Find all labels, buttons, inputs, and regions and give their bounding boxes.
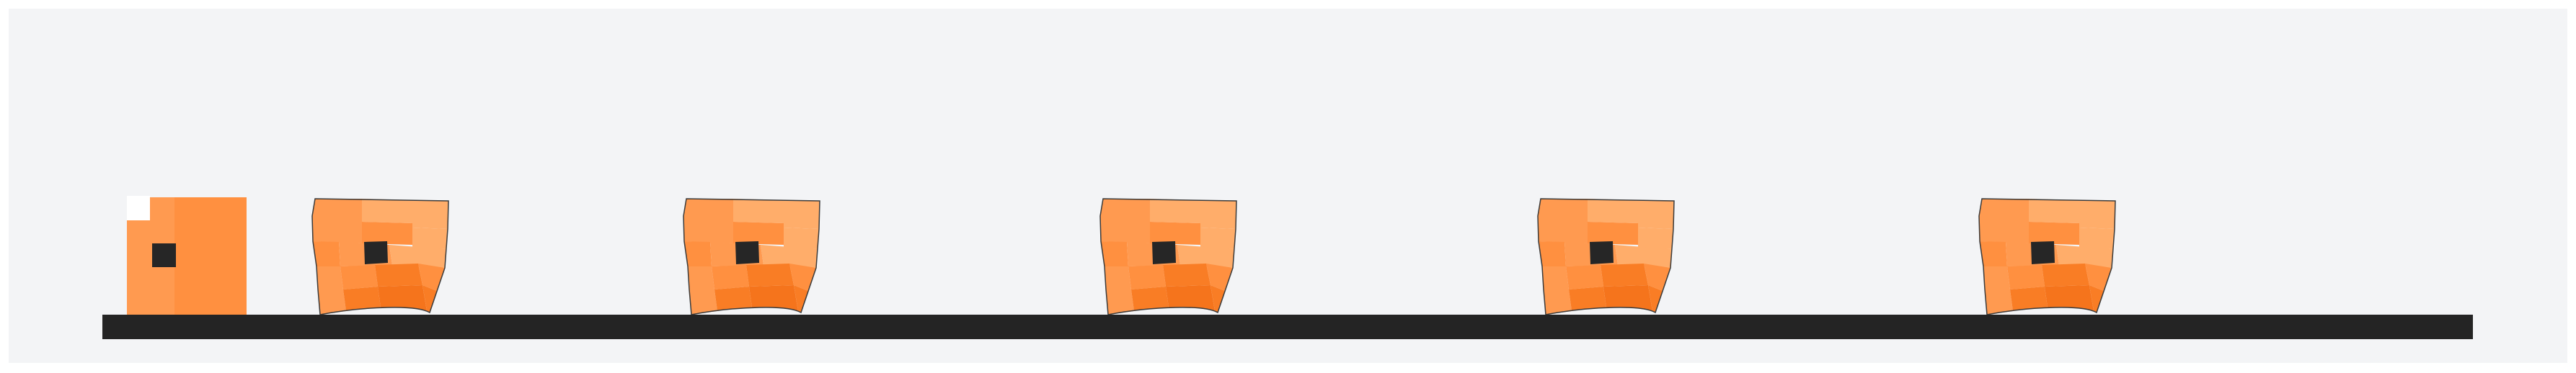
deformed-block-1-cell-6 xyxy=(412,228,448,249)
deformed-block-2-cell-2 xyxy=(733,199,784,223)
deformed-block-5-cell-7 xyxy=(1980,241,2007,266)
deformed-block-5-cell-10 xyxy=(1983,266,2010,289)
deformed-block-1-cell-3 xyxy=(412,200,448,229)
deformed-block-5-cell-3 xyxy=(2079,200,2115,229)
deformed-block-2-cell-1 xyxy=(683,199,733,222)
scene-background xyxy=(9,9,2567,363)
deformed-block-4-cell-11 xyxy=(1566,265,1603,289)
deformed-block-2-cell-11 xyxy=(712,265,749,289)
deformed-block-4-cell-3 xyxy=(1638,200,1674,229)
deformed-block-1-cell-12 xyxy=(375,264,422,287)
deformed-block-1-cell-4 xyxy=(312,222,362,243)
deformed-block-2 xyxy=(683,198,820,315)
deformed-block-5 xyxy=(1978,198,2116,315)
initial-block-notch xyxy=(127,196,150,220)
deformed-block-1-cell-2 xyxy=(362,199,412,223)
deformed-block-5-cell-11 xyxy=(2007,265,2045,289)
deformed-block-2-cell-3 xyxy=(784,200,820,229)
deformed-block-2-cell-12 xyxy=(746,264,794,287)
deformed-block-2-hole xyxy=(735,241,759,264)
deformed-block-3-cell-11 xyxy=(1128,265,1166,289)
deformed-block-4 xyxy=(1537,198,1675,315)
deformed-block-5-cell-12 xyxy=(2042,264,2089,287)
deformed-block-5-cell-4 xyxy=(1979,222,2029,243)
deformed-block-5-cell-1 xyxy=(1979,199,2029,222)
deformed-block-2-cell-6 xyxy=(784,228,819,249)
ground-platform xyxy=(102,315,2473,339)
deformed-block-3-cell-12 xyxy=(1163,264,1210,287)
deformed-block-1-cell-1 xyxy=(312,199,362,222)
deformed-block-4-cell-12 xyxy=(1601,264,1648,287)
deformed-block-4-cell-2 xyxy=(1588,199,1638,223)
deformed-block-3-cell-2 xyxy=(1150,199,1200,223)
simulation-canvas xyxy=(0,0,2576,373)
deformed-block-2-cell-10 xyxy=(688,266,714,289)
deformed-block-1-cell-11 xyxy=(340,265,378,289)
deformed-block-3-cell-3 xyxy=(1200,200,1236,229)
scene-svg xyxy=(0,0,2576,373)
deformed-block-5-cell-2 xyxy=(2029,199,2079,223)
deformed-block-3 xyxy=(1099,198,1237,315)
deformed-block-1-cell-10 xyxy=(317,266,343,289)
deformed-block-4-cell-7 xyxy=(1539,241,1566,266)
deformed-block-4-cell-10 xyxy=(1542,266,1569,289)
deformed-block-3-hole xyxy=(1152,241,1176,264)
deformed-block-3-cell-4 xyxy=(1100,222,1150,243)
deformed-block-4-cell-6 xyxy=(1638,228,1673,249)
deformed-block-2-cell-7 xyxy=(684,241,712,266)
deformed-block-1 xyxy=(311,198,449,315)
deformed-block-3-cell-6 xyxy=(1200,228,1236,249)
initial-block-hole xyxy=(152,243,176,267)
deformed-block-4-cell-1 xyxy=(1538,199,1588,222)
deformed-block-2-cell-4 xyxy=(683,222,733,243)
deformed-block-1-cell-7 xyxy=(313,241,340,266)
deformed-block-3-cell-10 xyxy=(1105,266,1131,289)
deformed-block-5-hole xyxy=(2031,241,2055,264)
deformed-block-3-cell-1 xyxy=(1100,199,1150,222)
deformed-block-4-cell-4 xyxy=(1538,222,1588,243)
deformed-block-4-hole xyxy=(1590,241,1614,264)
deformed-block-3-cell-7 xyxy=(1101,241,1128,266)
deformed-block-5-cell-6 xyxy=(2079,228,2115,249)
initial-soft-block xyxy=(127,196,247,315)
deformed-block-1-hole xyxy=(364,241,388,264)
